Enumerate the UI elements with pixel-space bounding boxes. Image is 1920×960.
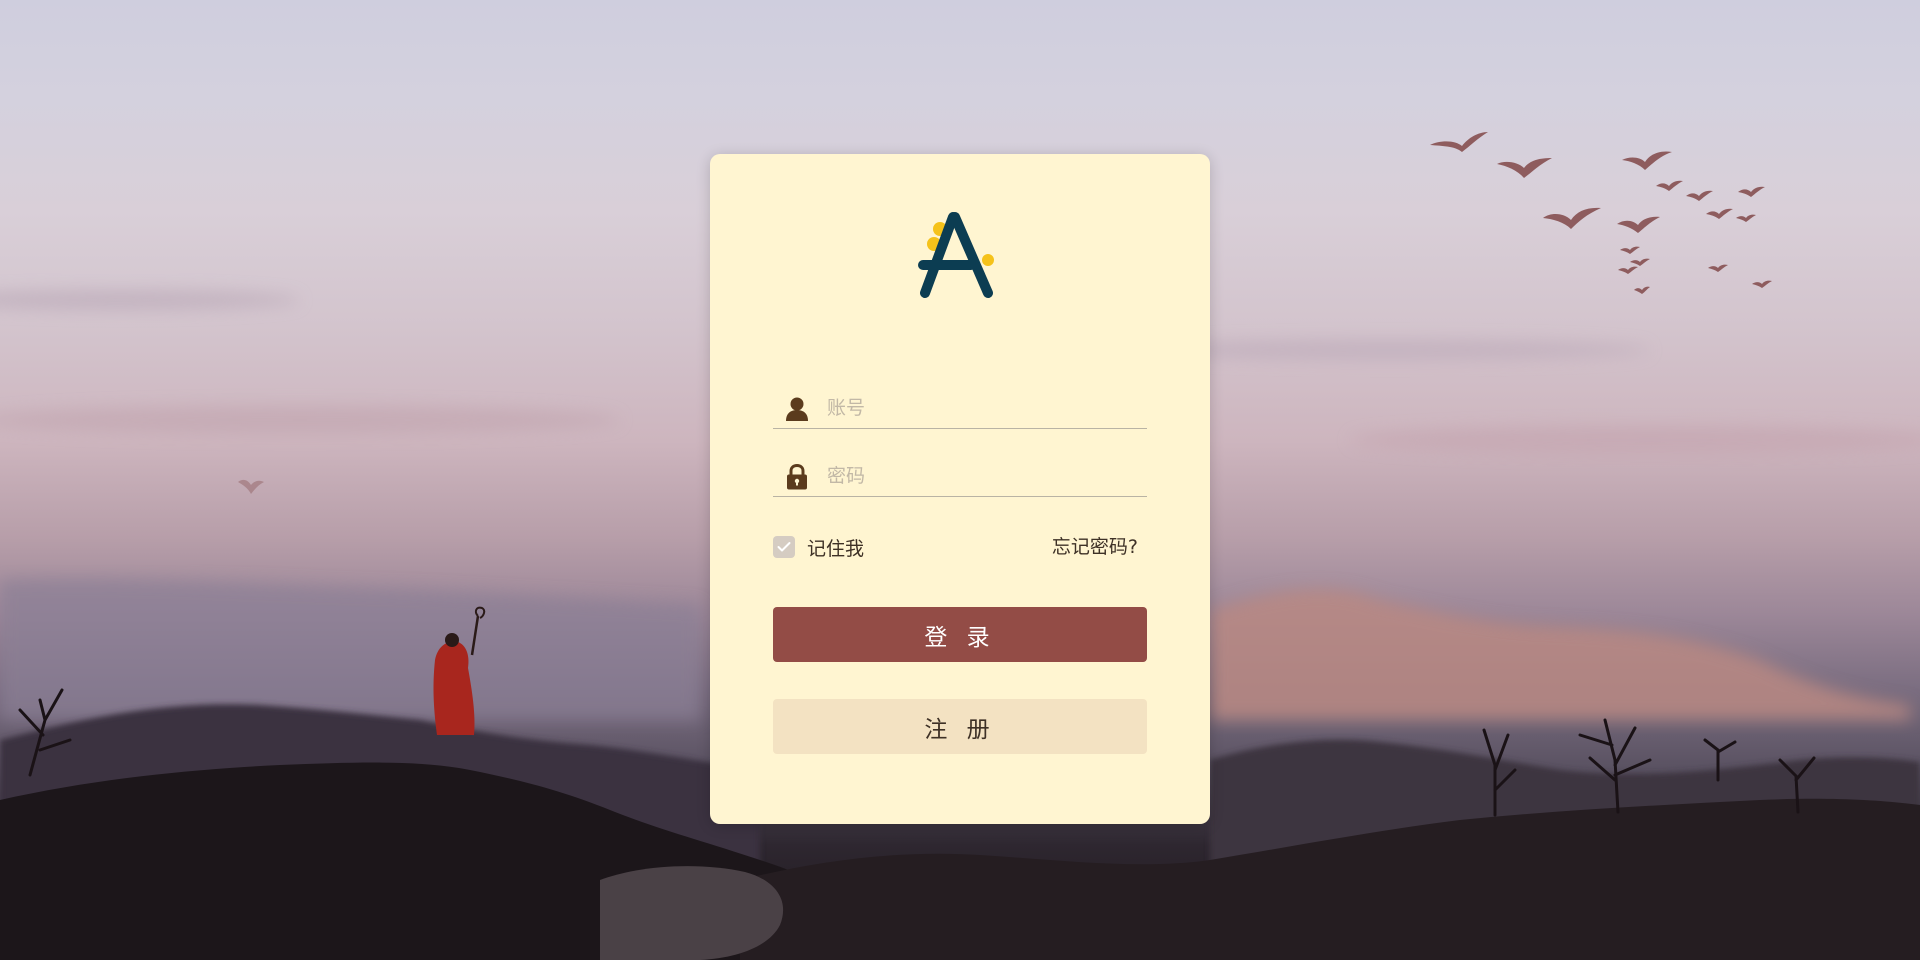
user-icon xyxy=(785,396,809,422)
account-field xyxy=(773,388,1147,429)
register-button[interactable]: 注 册 xyxy=(773,699,1147,754)
remember-me-label: 记住我 xyxy=(807,537,865,560)
check-icon[interactable] xyxy=(773,536,795,558)
letter-a-logo xyxy=(915,209,1005,305)
login-card: 记住我 忘记密码? 登 录 注 册 xyxy=(710,154,1210,824)
forgot-password-link[interactable]: 忘记密码? xyxy=(1052,534,1138,560)
login-button[interactable]: 登 录 xyxy=(773,607,1147,662)
remember-me-checkbox[interactable]: 记住我 xyxy=(773,534,864,560)
password-input[interactable] xyxy=(827,462,1137,490)
account-input[interactable] xyxy=(827,394,1137,422)
password-field xyxy=(773,456,1147,497)
lock-icon xyxy=(785,463,809,490)
